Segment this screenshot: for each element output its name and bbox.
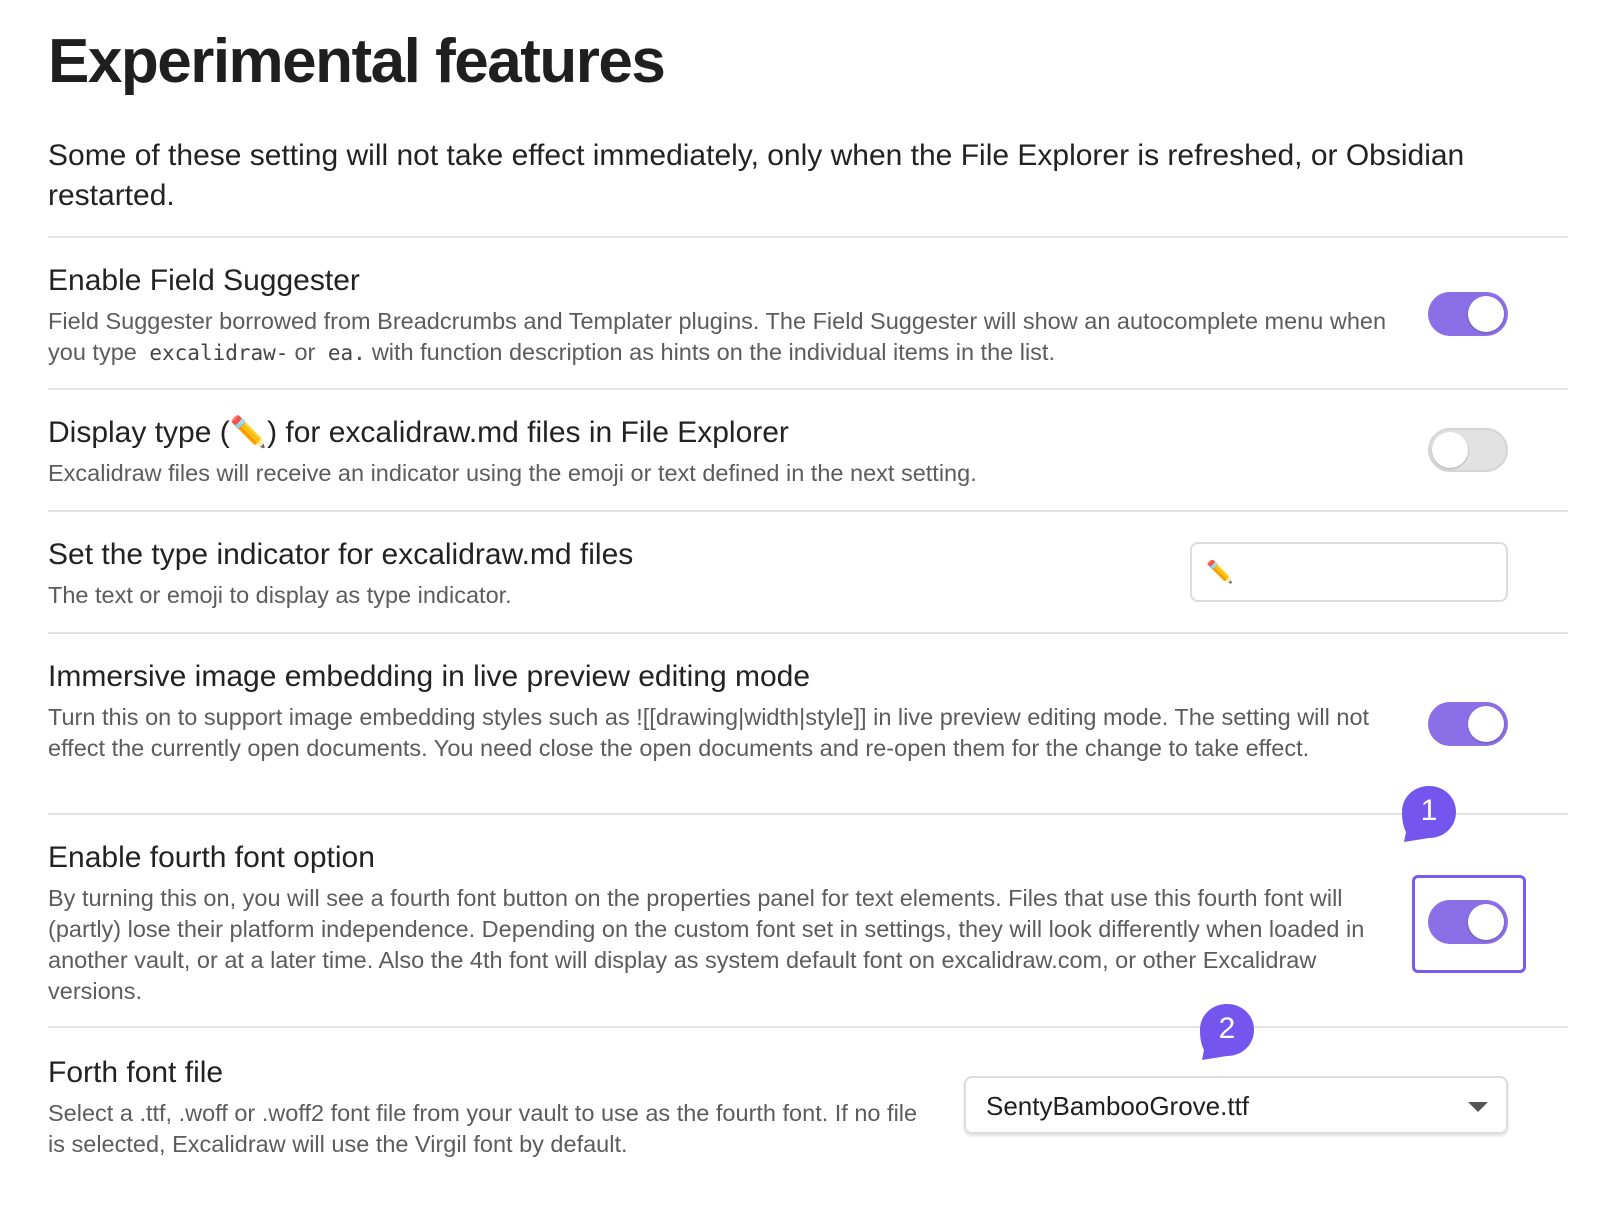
select-value: SentyBambooGrove.ttf	[986, 1091, 1250, 1121]
setting-description: By turning this on, you will see a fourt…	[48, 885, 1365, 1004]
inline-code-excalidraw: excalidraw-	[149, 341, 289, 365]
setting-fourth-font: Enable fourth font option By turning thi…	[48, 813, 1568, 1027]
toggle-knob	[1468, 904, 1504, 940]
setting-description: Excalidraw files will receive an indicat…	[48, 460, 977, 486]
setting-name: Set the type indicator for excalidraw.md…	[48, 538, 634, 571]
intro-text: Some of these setting will not take effe…	[48, 139, 1465, 212]
setting-name: Display type (✏️) for excalidraw.md file…	[48, 416, 789, 449]
setting-immersive-embedding: Immersive image embedding in live previe…	[48, 632, 1568, 814]
setting-description: The text or emoji to display as type ind…	[48, 582, 512, 608]
desc-text-or: or	[294, 339, 316, 365]
callout-badge-2: 2	[1198, 1002, 1256, 1060]
setting-name: Immersive image embedding in live previe…	[48, 660, 811, 693]
page-title: Experimental features	[48, 27, 666, 96]
toggle-knob	[1432, 432, 1468, 468]
immersive-embedding-toggle[interactable]	[1428, 702, 1508, 746]
type-indicator-input[interactable]	[1190, 542, 1508, 602]
inline-code-ea: ea.	[327, 341, 366, 365]
toggle-knob	[1468, 296, 1504, 332]
setting-fourth-font-file: Forth font file Select a .ttf, .woff or …	[48, 1026, 1568, 1198]
setting-display-type: Display type (✏️) for excalidraw.md file…	[48, 388, 1568, 510]
setting-description: Field Suggester borrowed from Breadcrumb…	[48, 306, 1408, 369]
chevron-down-icon	[1468, 1102, 1488, 1112]
setting-name: Forth font file	[48, 1056, 224, 1089]
setting-description: Select a .ttf, .woff or .woff2 font file…	[48, 1100, 918, 1157]
fourth-font-toggle[interactable]	[1428, 900, 1508, 944]
toggle-knob	[1468, 706, 1504, 742]
font-file-select[interactable]: SentyBambooGrove.ttf	[964, 1076, 1508, 1134]
setting-field-suggester: Enable Field Suggester Field Suggester b…	[48, 236, 1568, 388]
callout-badge-1: 1	[1400, 784, 1458, 842]
desc-text-after: with function description as hints on th…	[371, 339, 1055, 365]
setting-type-indicator: Set the type indicator for excalidraw.md…	[48, 510, 1568, 632]
callout-number: 2	[1218, 1012, 1236, 1045]
setting-name: Enable fourth font option	[48, 841, 375, 874]
setting-name: Enable Field Suggester	[48, 264, 360, 297]
callout-number: 1	[1420, 794, 1438, 827]
setting-description: Turn this on to support image embedding …	[48, 704, 1370, 761]
field-suggester-toggle[interactable]	[1428, 292, 1508, 336]
display-type-toggle[interactable]	[1428, 428, 1508, 472]
